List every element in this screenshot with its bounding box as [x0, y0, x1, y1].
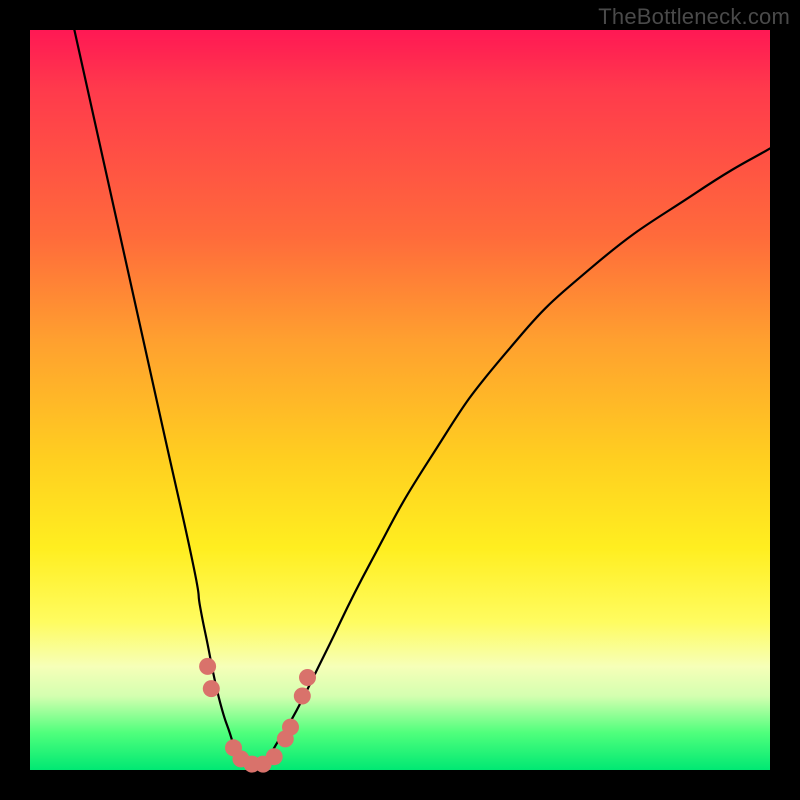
- watermark-text: TheBottleneck.com: [598, 4, 790, 30]
- curve-marker: [282, 719, 299, 736]
- curve-marker: [199, 658, 216, 675]
- chart-frame: TheBottleneck.com: [0, 0, 800, 800]
- bottleneck-curve: [74, 30, 770, 771]
- curve-marker: [294, 688, 311, 705]
- curve-marker: [299, 669, 316, 686]
- curve-marker: [266, 748, 283, 765]
- curve-markers: [199, 658, 316, 773]
- curve-svg: [30, 30, 770, 770]
- curve-marker: [203, 680, 220, 697]
- plot-area: [30, 30, 770, 770]
